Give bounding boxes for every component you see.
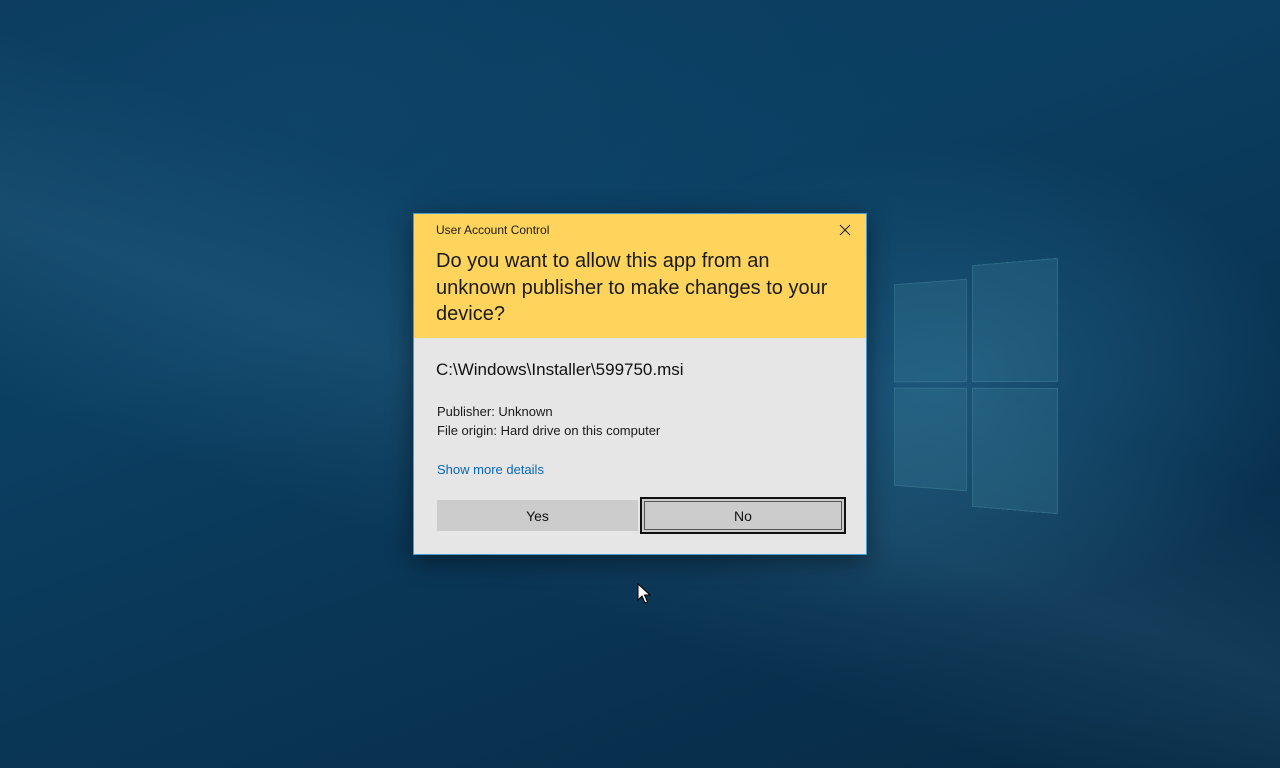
show-more-details-link[interactable]: Show more details [437,462,544,477]
logo-pane [972,387,1058,515]
uac-question: Do you want to allow this app from an un… [436,250,828,325]
close-button[interactable] [830,218,860,242]
windows-logo-wallpaper [894,257,1058,515]
dialog-title: User Account Control [436,223,550,237]
publisher-info: Publisher: Unknown [437,404,553,419]
uac-header: User Account Control Do you want to allo… [414,214,866,338]
mouse-cursor-icon [637,583,651,604]
logo-pane [894,387,968,492]
close-icon [839,224,851,236]
file-origin-info: File origin: Hard drive on this computer [437,423,661,438]
logo-pane [894,278,968,383]
desktop: User Account Control Do you want to allo… [0,0,1280,768]
logo-pane [972,257,1058,383]
yes-button[interactable]: Yes [437,500,638,531]
no-button[interactable]: No [640,497,846,534]
uac-dialog: User Account Control Do you want to allo… [413,213,867,555]
file-path: C:\Windows\Installer\599750.msi [436,360,684,379]
